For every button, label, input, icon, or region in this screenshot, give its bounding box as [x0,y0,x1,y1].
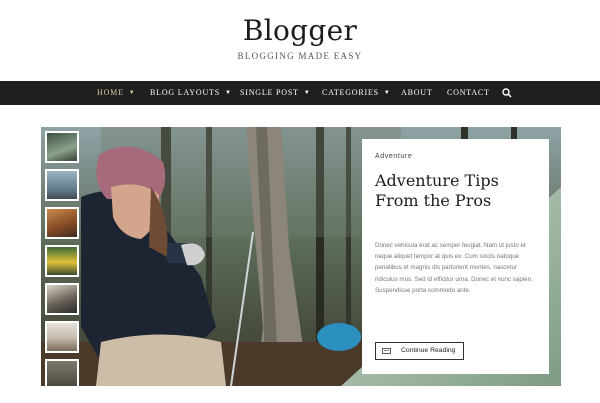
site-logo[interactable]: Blogger [0,14,600,47]
chevron-down-icon: ▼ [383,90,391,96]
nav-label: HOME [97,88,124,97]
featured-slider: Adventure Adventure Tips From the Pros D… [41,127,561,386]
featured-post-card: Adventure Adventure Tips From the Pros D… [362,139,549,374]
nav-item-home[interactable]: HOME ▼ [97,81,136,105]
button-label: Continue Reading [401,347,456,354]
post-category[interactable]: Adventure [375,153,412,160]
nav-label: CATEGORIES [322,88,379,97]
search-icon[interactable] [502,88,512,98]
nav-item-contact[interactable]: CONTACT [447,81,490,105]
site-tagline: BLOGGING MADE EASY [237,51,363,61]
post-title[interactable]: Adventure Tips From the Pros [375,171,540,211]
nav-label: CONTACT [447,88,490,97]
chevron-down-icon: ▼ [303,90,311,96]
slide-thumbnail[interactable] [45,359,79,386]
nav-item-about[interactable]: ABOUT [401,81,433,105]
nav-item-single-post[interactable]: SINGLE POST ▼ [240,81,311,105]
main-navigation: HOME ▼ BLOG LAYOUTS ▼ SINGLE POST ▼ CATEGOR… [0,81,600,105]
chevron-down-icon: ▼ [224,90,232,96]
site-header: Blogger BLOGGING MADE EASY [0,0,600,81]
continue-reading-button[interactable]: Continue Reading [375,342,464,360]
comment-icon [382,348,391,354]
nav-item-categories[interactable]: CATEGORIES ▼ [322,81,391,105]
slide-thumbnail[interactable] [45,283,79,315]
slide-thumbnail[interactable] [45,169,79,201]
slide-thumbnail[interactable] [45,321,79,353]
chevron-down-icon: ▼ [128,90,136,96]
nav-label: ABOUT [401,88,433,97]
slide-thumbnail[interactable] [45,207,79,239]
slide-thumbnail[interactable] [45,245,79,277]
nav-item-blog-layouts[interactable]: BLOG LAYOUTS ▼ [150,81,232,105]
nav-label: BLOG LAYOUTS [150,88,220,97]
slide-thumbnail[interactable] [45,131,79,163]
nav-label: SINGLE POST [240,88,299,97]
post-excerpt: Donec vehicula erat ac semper feugiat. N… [375,242,533,294]
